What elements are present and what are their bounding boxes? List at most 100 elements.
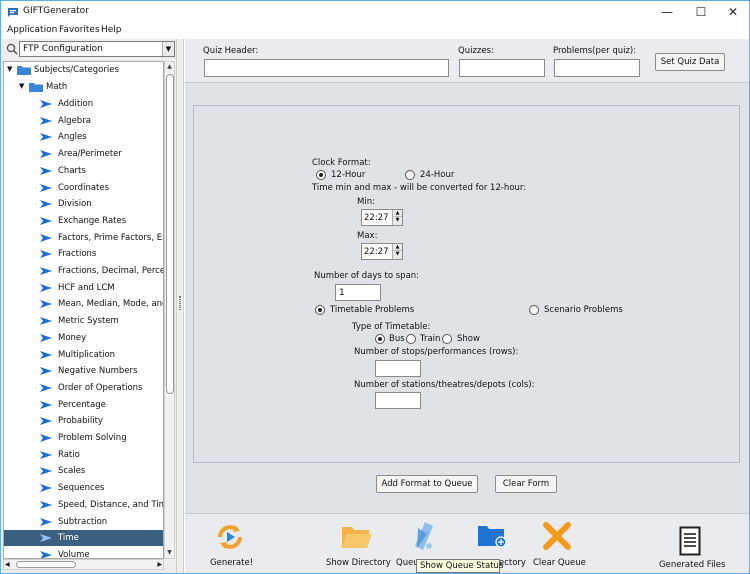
radio-bus[interactable]	[375, 334, 385, 344]
radio-timetable-problems[interactable]	[315, 305, 325, 315]
expand-toggle-icon[interactable]: ▼	[19, 82, 24, 90]
radio-train-label[interactable]: Train	[420, 334, 440, 344]
clear-form-button[interactable]: Clear Form	[495, 475, 557, 493]
radio-timetable-problems-label[interactable]: Timetable Problems	[330, 305, 414, 315]
tree-leaf[interactable]: Time	[4, 530, 163, 547]
quiz-header-input[interactable]	[204, 59, 449, 77]
generate-label: Generate!	[210, 558, 254, 568]
radio-train[interactable]	[406, 334, 416, 344]
scroll-down-icon[interactable]: ▼	[165, 548, 174, 558]
panel-splitter[interactable]	[176, 39, 184, 573]
radio-bus-label[interactable]: Bus	[389, 334, 405, 344]
tree-leaf-label: Ratio	[58, 449, 80, 460]
radio-scenario-problems-label[interactable]: Scenario Problems	[544, 305, 623, 315]
spin-down-icon[interactable]: ▼	[393, 217, 402, 224]
tree-leaf[interactable]: Mean, Median, Mode, and R	[4, 296, 163, 312]
menu-help[interactable]: Help	[101, 25, 122, 35]
spin-up-icon[interactable]: ▲	[393, 210, 402, 217]
tree-leaf[interactable]: Fractions	[4, 246, 163, 262]
tree-leaf[interactable]: Subtraction	[4, 514, 163, 530]
splitter-grip-icon[interactable]	[179, 296, 181, 310]
scroll-right-icon[interactable]: ▶	[157, 560, 162, 569]
set-quiz-data-button[interactable]: Set Quiz Data	[655, 53, 725, 71]
config-select[interactable]: FTP Configuration ▼	[19, 41, 175, 57]
arrow-leaf-icon	[40, 166, 52, 175]
maximize-button[interactable]: ☐	[685, 1, 717, 23]
scroll-left-icon[interactable]: ◀	[5, 560, 10, 569]
tree-leaf[interactable]: Factors, Prime Factors, Exp	[4, 230, 163, 246]
radio-12-hour[interactable]	[316, 170, 326, 180]
arrow-leaf-icon	[40, 450, 52, 459]
tree-leaf[interactable]: Percentage	[4, 397, 163, 413]
arrow-leaf-icon	[40, 116, 52, 125]
tree-leaf[interactable]: Multiplication	[4, 347, 163, 363]
show-directory-button[interactable]: Show Directory	[325, 514, 391, 574]
tree-leaf[interactable]: Probability	[4, 413, 163, 429]
scroll-up-icon[interactable]: ▲	[165, 62, 174, 72]
tree-leaf[interactable]: Speed, Distance, and Time	[4, 497, 163, 513]
close-button[interactable]: ✕	[717, 1, 749, 23]
tree-root-label: Subjects/Categories	[34, 65, 119, 75]
scrollbar-thumb[interactable]	[16, 561, 76, 568]
radio-12-hour-label[interactable]: 12-Hour	[331, 170, 365, 180]
tree-category-math[interactable]: ▼ Math	[4, 79, 163, 95]
tree-leaf[interactable]: Charts	[4, 163, 163, 179]
tree-leaf[interactable]: Negative Numbers	[4, 363, 163, 379]
tree-leaf[interactable]: Angles	[4, 129, 163, 145]
arrow-leaf-icon	[40, 367, 52, 376]
timetable-type-label: Type of Timetable:	[352, 322, 431, 332]
tree-leaf[interactable]: Problem Solving	[4, 430, 163, 446]
radio-show-label[interactable]: Show	[457, 334, 480, 344]
tree-leaf[interactable]: Metric System	[4, 313, 163, 329]
min-time-spinner[interactable]: 22:27 ▲ ▼	[361, 209, 403, 226]
tree-leaf[interactable]: Sequences	[4, 480, 163, 496]
tree-leaf[interactable]: Coordinates	[4, 180, 163, 196]
quizzes-input[interactable]	[459, 59, 545, 77]
tree-leaf[interactable]: Scales	[4, 463, 163, 479]
tree-leaf[interactable]: Money	[4, 330, 163, 346]
min-time-value[interactable]: 22:27	[364, 213, 389, 223]
tree-leaf[interactable]: Exchange Rates	[4, 213, 163, 229]
tree-leaf[interactable]: Volume	[4, 547, 163, 558]
generate-button[interactable]: Generate!	[205, 514, 255, 574]
spin-down-icon[interactable]: ▼	[393, 251, 402, 258]
add-format-to-queue-button[interactable]: Add Format to Queue	[376, 475, 478, 493]
tree-root[interactable]: ▼ Subjects/Categories	[4, 62, 163, 78]
spin-up-icon[interactable]: ▲	[393, 244, 402, 251]
radio-24-hour-label[interactable]: 24-Hour	[420, 170, 454, 180]
stations-input[interactable]	[375, 392, 421, 409]
main-panel: Quiz Header: Quizzes: Problems(per quiz)…	[185, 39, 749, 573]
chevron-down-icon[interactable]: ▼	[162, 42, 174, 56]
scrollbar-thumb[interactable]	[166, 74, 174, 394]
folder-icon	[17, 66, 31, 75]
tree-vertical-scrollbar[interactable]: ▲ ▼	[164, 61, 175, 559]
arrow-leaf-icon	[40, 434, 52, 442]
arrow-leaf-icon	[40, 233, 52, 242]
problems-per-quiz-input[interactable]	[554, 59, 640, 77]
generated-files-button[interactable]: Generated Files	[655, 514, 725, 574]
tree-leaf[interactable]: HCF and LCM	[4, 280, 163, 296]
expand-toggle-icon[interactable]: ▼	[7, 65, 12, 73]
minimize-button[interactable]: —	[651, 1, 683, 23]
days-span-input[interactable]	[335, 284, 381, 301]
tree-leaf[interactable]: Ratio	[4, 447, 163, 463]
tree-leaf[interactable]: Fractions, Decimal, Percen	[4, 263, 163, 279]
tree-leaf[interactable]: Division	[4, 196, 163, 212]
menu-application[interactable]: Application	[7, 25, 57, 35]
radio-24-hour[interactable]	[405, 170, 415, 180]
tree-leaf[interactable]: Area/Perimeter	[4, 146, 163, 162]
tree-leaf[interactable]: Order of Operations	[4, 380, 163, 396]
menu-favorites[interactable]: Favorites	[59, 25, 100, 35]
quizzes-label: Quizzes:	[458, 46, 494, 56]
radio-scenario-problems[interactable]	[529, 305, 539, 315]
max-time-spinner[interactable]: 22:27 ▲ ▼	[361, 243, 403, 260]
radio-show[interactable]	[442, 334, 452, 344]
generated-files-label: Generated Files	[659, 560, 726, 570]
clear-queue-button[interactable]: Clear Queue	[531, 514, 587, 574]
max-time-value[interactable]: 22:27	[364, 247, 389, 257]
tree-horizontal-scrollbar[interactable]: ◀ ▶	[3, 559, 164, 570]
tree-leaf[interactable]: Algebra	[4, 113, 163, 129]
tree-leaf[interactable]: Addition	[4, 96, 163, 112]
stops-input[interactable]	[375, 360, 421, 377]
clock-format-label: Clock Format:	[312, 158, 371, 168]
